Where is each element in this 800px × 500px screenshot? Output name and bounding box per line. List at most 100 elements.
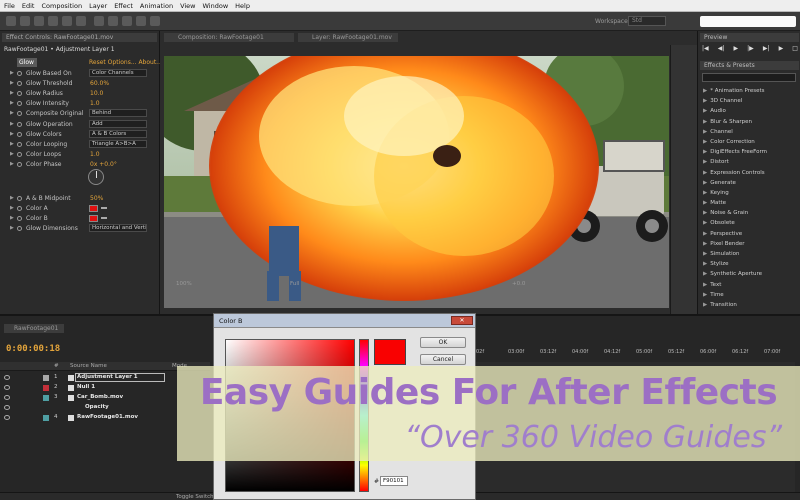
effects-category-item[interactable]: ▶ Color Correction [700,137,799,147]
tab-preview[interactable]: Preview [700,33,799,42]
close-icon[interactable]: ✕ [451,316,473,325]
menu-edit[interactable]: Edit [22,2,35,10]
effects-category-item[interactable]: ▶ Time [700,290,799,300]
exposure-value[interactable]: +0.0 [512,281,525,287]
layer-name[interactable]: Adjustment Layer 1 [77,374,138,380]
menu-animation[interactable]: Animation [140,2,173,10]
next-frame-icon[interactable]: |▶ [747,45,754,55]
layer-label-color[interactable] [43,385,49,391]
twirl-icon[interactable]: ▶ [10,161,14,167]
zoom-select[interactable]: 100% [176,281,192,287]
pan-behind-tool-icon[interactable] [76,16,86,26]
effect-prop-dropdown[interactable]: Color Channels [89,69,147,77]
menu-layer[interactable]: Layer [89,2,107,10]
loop-icon[interactable]: □ [792,45,798,55]
visibility-eye-icon[interactable] [4,395,10,400]
visibility-eye-icon[interactable] [4,375,10,380]
layer-label-color[interactable] [43,415,49,421]
hex-input[interactable]: F90101 [380,476,408,486]
effect-prop-dropdown[interactable]: Behind [89,109,147,118]
pen-tool-icon[interactable] [108,16,118,26]
stopwatch-icon[interactable] [17,111,22,117]
effects-search-input[interactable] [702,73,796,82]
stopwatch-icon[interactable] [17,71,22,76]
effects-category-item[interactable]: ▶ Generate [700,178,799,188]
effects-category-item[interactable]: ▶ Simulation [700,249,799,259]
effect-prop-dropdown[interactable]: Triangle A>B>A [89,139,147,148]
tab-layer[interactable]: Layer: RawFootage01.mov [298,33,398,42]
effect-prop-dropdown[interactable]: Horizontal and Vertical [89,224,147,233]
stopwatch-icon[interactable] [17,161,22,167]
effects-category-item[interactable]: ▶ Expression Controls [700,168,799,178]
twirl-icon[interactable]: ▶ [10,225,14,231]
effects-category-item[interactable]: ▶ Synthetic Aperture [700,269,799,279]
stopwatch-icon[interactable] [17,91,22,97]
menu-composition[interactable]: Composition [41,2,82,10]
effects-category-item[interactable]: ▶ Pixel Bender [700,239,799,249]
twirl-icon[interactable]: ▶ [10,131,14,137]
effect-prop-value[interactable]: 10.0 [90,90,103,97]
color-swatch[interactable] [89,205,98,213]
visibility-eye-icon[interactable] [4,405,10,410]
color-swatch[interactable] [89,215,98,223]
effects-category-item[interactable]: ▶ Noise & Grain [700,208,799,218]
visibility-eye-icon[interactable] [4,385,10,390]
composition-viewer[interactable] [164,56,669,308]
rotate-tool-icon[interactable] [48,16,58,26]
stopwatch-icon[interactable] [17,216,22,222]
stopwatch-icon[interactable] [17,141,22,147]
layer-label-color[interactable] [43,375,49,381]
dialog-titlebar[interactable]: Color B [214,314,475,328]
play-icon[interactable]: ▶ [733,45,738,55]
twirl-icon[interactable]: ▶ [10,121,14,127]
camera-tool-icon[interactable] [62,16,72,26]
effect-prop-value[interactable]: 50% [90,195,103,202]
effects-category-item[interactable]: ▶ Distort [700,157,799,167]
twirl-icon[interactable]: ▶ [10,141,14,147]
twirl-icon[interactable]: ▶ [10,100,14,106]
ok-button[interactable]: OK [420,337,466,348]
stopwatch-icon[interactable] [17,131,22,137]
twirl-icon[interactable]: ▶ [10,110,14,116]
effects-category-item[interactable]: ▶ Obsolete [700,218,799,228]
resolution-select[interactable]: Full [290,281,299,287]
twirl-icon[interactable]: ▶ [10,205,14,211]
ram-preview-icon[interactable]: ▶ [779,45,784,55]
effects-category-item[interactable]: ▶ Perspective [700,229,799,239]
layer-name[interactable]: Null 1 [77,384,95,390]
effect-prop-dropdown[interactable]: Add [89,119,147,128]
stopwatch-icon[interactable] [17,101,22,107]
stopwatch-icon[interactable] [17,196,22,201]
search-help-input[interactable] [700,16,796,27]
last-frame-icon[interactable]: ▶| [763,45,770,55]
zoom-tool-icon[interactable] [34,16,44,26]
effect-prop-value[interactable]: 60.0% [90,80,109,87]
menu-help[interactable]: Help [235,2,250,10]
layer-name[interactable]: Car_Bomb.mov [77,394,123,400]
type-tool-icon[interactable] [122,16,132,26]
effects-category-item[interactable]: ▶ Channel [700,127,799,137]
effects-category-item[interactable]: ▶ Transition [700,300,799,310]
effects-category-item[interactable]: ▶ Audio [700,106,799,116]
effect-links[interactable]: Reset Options... About... [89,59,162,66]
stopwatch-icon[interactable] [17,151,22,157]
effect-prop-value[interactable]: 1.0 [90,151,100,158]
effects-category-item[interactable]: ▶ Matte [700,198,799,208]
twirl-icon[interactable]: ▶ [10,80,14,86]
tab-composition[interactable]: Composition: RawFootage01 [164,33,294,42]
stopwatch-icon[interactable] [17,121,22,127]
stopwatch-icon[interactable] [17,226,22,232]
effects-category-item[interactable]: ▶ Blur & Sharpen [700,117,799,127]
mask-tool-icon[interactable] [94,16,104,26]
twirl-icon[interactable]: ▶ [10,90,14,96]
prev-frame-icon[interactable]: ◀| [718,45,725,55]
menu-file[interactable]: File [4,2,15,10]
effects-category-item[interactable]: ▶ * Animation Presets [700,86,799,96]
stopwatch-icon[interactable] [17,206,22,212]
tab-effects-presets[interactable]: Effects & Presets [700,61,799,70]
effects-category-item[interactable]: ▶ 3D Channel [700,96,799,106]
selection-tool-icon[interactable] [6,16,16,26]
effect-prop-value[interactable]: 0x +0.0° [90,161,117,168]
hand-tool-icon[interactable] [20,16,30,26]
tab-effect-controls[interactable]: Effect Controls: RawFootage01.mov [2,33,157,42]
